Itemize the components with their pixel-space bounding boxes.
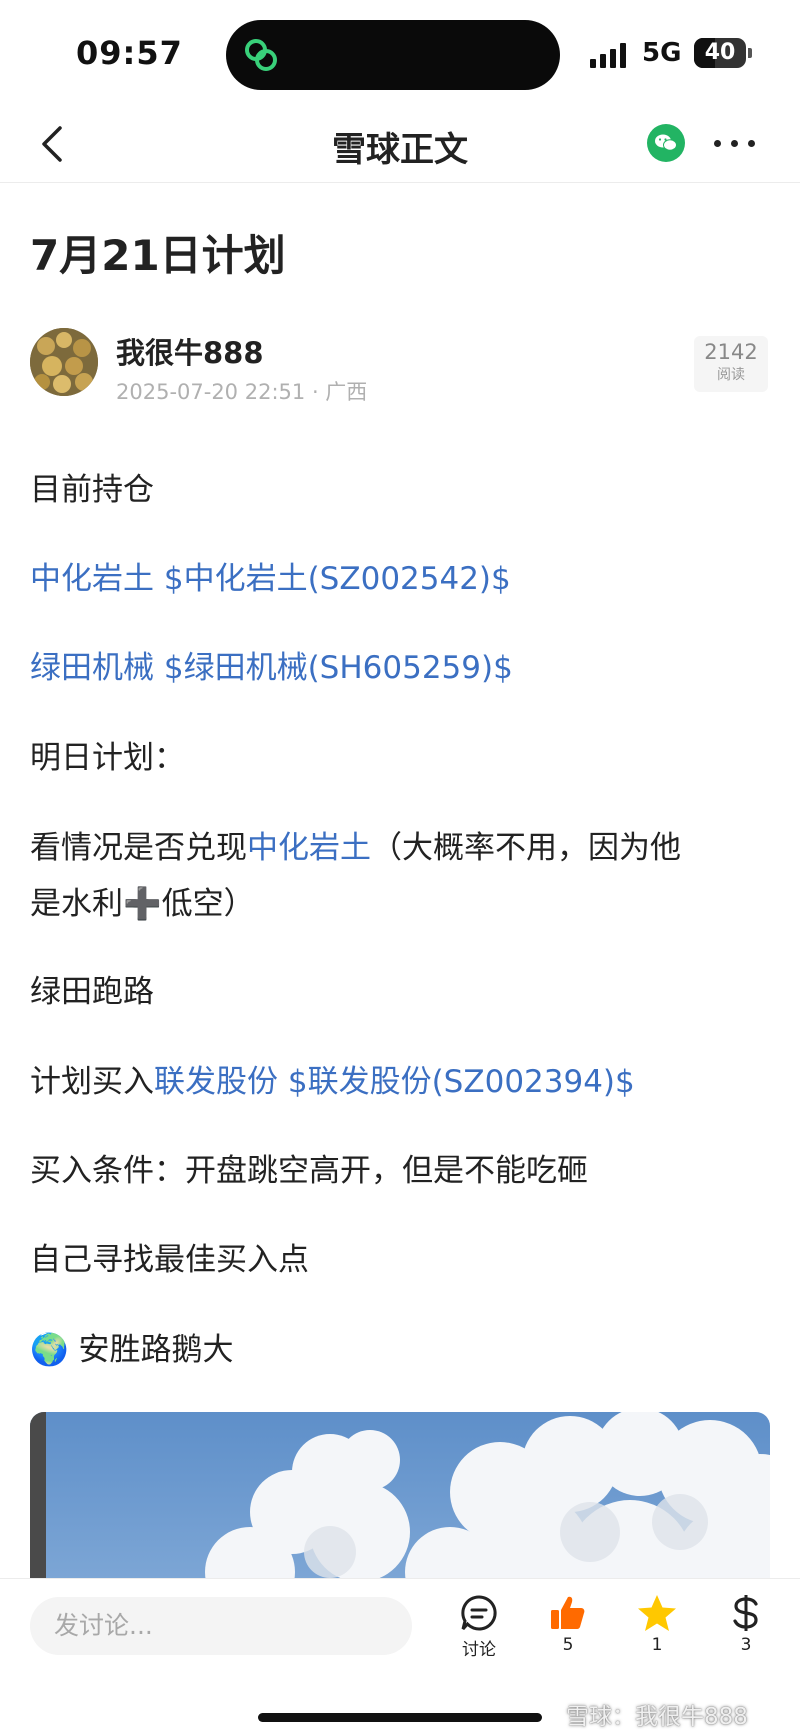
status-time: 09:57 bbox=[76, 34, 183, 72]
paragraph-signoff: 🌍 安胜路鹅大 bbox=[30, 1322, 770, 1378]
cellular-signal-icon bbox=[590, 42, 630, 68]
wechat-icon[interactable] bbox=[647, 124, 685, 162]
stock-code-link[interactable]: $联发股份(SZ002394)$ bbox=[288, 1064, 635, 1100]
star-count: 1 bbox=[651, 1635, 663, 1655]
stock-code-link[interactable]: $中化岩土(SZ002542)$ bbox=[164, 561, 511, 597]
post-location: 广西 bbox=[325, 380, 368, 404]
thumbs-up-icon bbox=[551, 1596, 585, 1629]
like-count: 5 bbox=[562, 1635, 574, 1655]
comment-input[interactable]: 发讨论... bbox=[30, 1597, 412, 1655]
avatar[interactable] bbox=[30, 328, 98, 396]
dollar-icon bbox=[733, 1595, 758, 1631]
stock-link[interactable]: 中化岩土 bbox=[30, 561, 154, 597]
read-count: 2142 bbox=[704, 340, 758, 364]
like-button[interactable]: 5 bbox=[533, 1593, 603, 1655]
paragraph-plan-heading: 明日计划： bbox=[30, 740, 185, 776]
text: 是水利 bbox=[30, 886, 123, 922]
paragraph-holdings: 目前持仓 bbox=[30, 472, 154, 508]
author-name[interactable]: 我很牛888 bbox=[116, 330, 264, 372]
battery-cap bbox=[748, 48, 752, 58]
paragraph-buy-plan: 计划买入联发股份 $联发股份(SZ002394)$ bbox=[30, 1054, 770, 1110]
paragraph-buy-condition: 买入条件：开盘跳空高开，但是不能吃砸 bbox=[30, 1153, 588, 1189]
star-icon bbox=[638, 1595, 676, 1631]
battery-level: 40 bbox=[704, 40, 736, 65]
stock-code-link[interactable]: $绿田机械(SH605259)$ bbox=[164, 650, 513, 686]
nav-bar: 雪球正文 bbox=[0, 108, 800, 183]
text: 计划买入 bbox=[30, 1064, 154, 1100]
article-title: 7月21日计划 bbox=[30, 231, 286, 280]
dynamic-island bbox=[226, 20, 560, 90]
status-bar: 09:57 5G 40 bbox=[0, 0, 800, 108]
more-dots-icon[interactable] bbox=[710, 128, 760, 158]
stock-link[interactable]: 绿田机械 bbox=[30, 650, 154, 686]
stock-link[interactable]: 联发股份 bbox=[154, 1064, 278, 1100]
post-date: 2025-07-20 22:51 bbox=[116, 380, 306, 404]
stock-link[interactable]: 中化岩土 bbox=[247, 830, 371, 866]
read-count-badge: 2142 阅读 bbox=[694, 336, 768, 392]
paragraph-holding-1: 中化岩土 $中化岩土(SZ002542)$ bbox=[30, 551, 770, 607]
home-indicator bbox=[258, 1713, 542, 1722]
network-type: 5G bbox=[642, 38, 682, 68]
article-image[interactable] bbox=[30, 1412, 770, 1588]
earth-globe-icon: 🌍 bbox=[30, 1332, 69, 1368]
battery-icon: 40 bbox=[694, 38, 746, 68]
discuss-button[interactable]: 讨论 bbox=[444, 1593, 514, 1660]
paragraph-plan-detail: 看情况是否兑现中化岩土（大概率不用，因为他 是水利➕低空） bbox=[30, 820, 770, 932]
discuss-icon bbox=[461, 1595, 497, 1631]
text: 低空） bbox=[161, 886, 255, 922]
read-label: 阅读 bbox=[717, 367, 745, 383]
link-app-icon bbox=[245, 39, 277, 71]
text: 看情况是否兑现 bbox=[30, 830, 247, 866]
text: 安胜路鹅大 bbox=[78, 1332, 234, 1368]
discuss-label: 讨论 bbox=[462, 1640, 496, 1660]
favorite-button[interactable]: 1 bbox=[622, 1593, 692, 1655]
text: （大概率不用，因为他 bbox=[371, 830, 681, 866]
plus-emoji: ➕ bbox=[123, 886, 162, 922]
paragraph-holding-2: 绿田机械 $绿田机械(SH605259)$ bbox=[30, 640, 770, 696]
watermark: 雪球：我很牛888 bbox=[566, 1704, 748, 1730]
meta-separator: · bbox=[311, 380, 326, 404]
reward-button[interactable]: 3 bbox=[711, 1593, 781, 1655]
paragraph-exit: 绿田跑路 bbox=[30, 974, 154, 1010]
post-meta: 2025-07-20 22:51 · 广西 bbox=[116, 376, 367, 406]
paragraph-buy-point: 自己寻找最佳买入点 bbox=[30, 1242, 309, 1278]
reward-count: 3 bbox=[740, 1635, 752, 1655]
bottom-action-bar: 发讨论... 讨论 5 1 3 雪球：我很牛888 bbox=[0, 1578, 800, 1735]
